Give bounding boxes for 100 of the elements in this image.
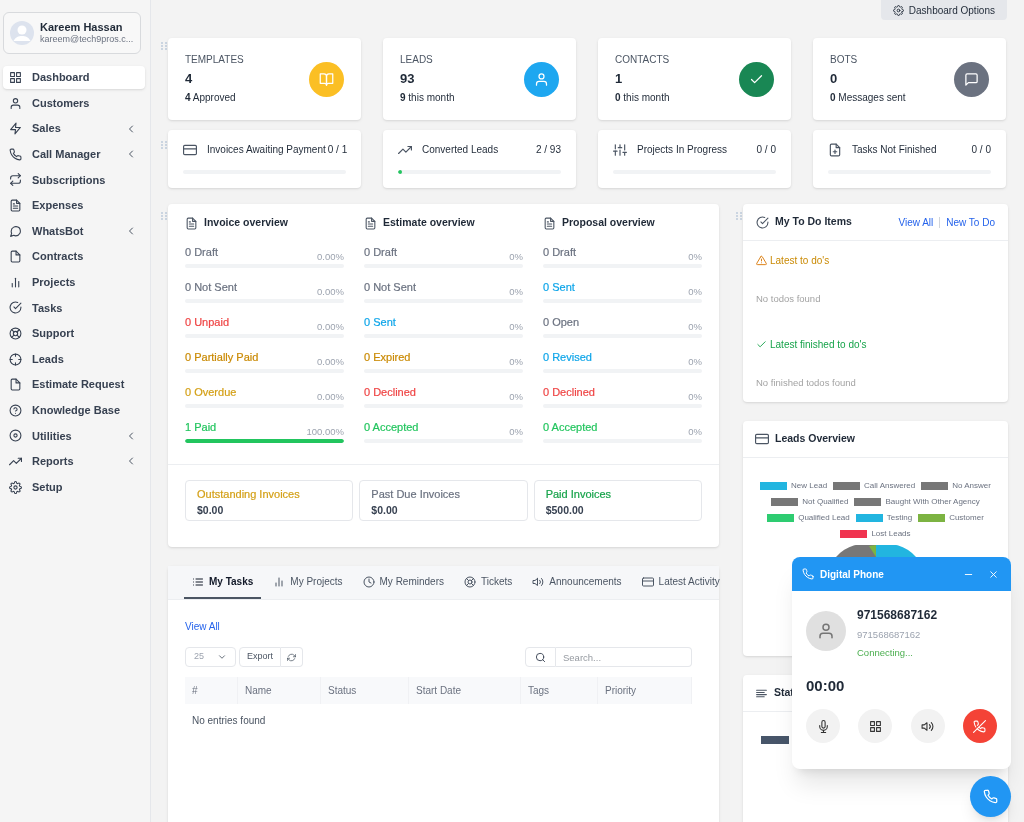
- caller-number: 971568687162: [857, 628, 922, 642]
- status-percent: 0%: [509, 391, 523, 401]
- document-icon: [543, 216, 556, 230]
- sidebar-item[interactable]: WhatsBot: [3, 219, 145, 243]
- empty-message: No todos found: [756, 292, 822, 306]
- search-button[interactable]: [525, 647, 556, 667]
- sidebar-item[interactable]: Customers: [3, 91, 145, 115]
- card-title: Leads Overview: [775, 431, 855, 447]
- sidebar-item[interactable]: Sales: [3, 117, 145, 141]
- todo-link[interactable]: New To Do: [946, 214, 995, 230]
- chart-icon: [9, 275, 22, 289]
- keypad-button[interactable]: [858, 709, 893, 743]
- todo-link[interactable]: View All: [898, 214, 934, 230]
- export-button[interactable]: Export: [239, 647, 281, 667]
- status-label: 0 Draft: [185, 246, 218, 258]
- refresh-icon: [287, 652, 296, 662]
- summary-label: Paid Invoices: [545, 487, 612, 501]
- status-label: 0 Sent: [543, 281, 575, 293]
- overview-title: Estimate overview: [383, 215, 475, 231]
- status-percent: 0.00%: [317, 391, 344, 401]
- progress-value: 0 / 1: [327, 143, 348, 157]
- overview-title: Proposal overview: [562, 215, 655, 231]
- sidebar-item[interactable]: Projects: [3, 270, 145, 294]
- check-circle-icon: [756, 215, 769, 229]
- person-icon: [9, 96, 22, 110]
- column-header[interactable]: Start Date: [409, 677, 521, 704]
- sidebar-item[interactable]: Estimate Request: [3, 373, 145, 397]
- tab[interactable]: Tickets: [456, 566, 521, 599]
- status-label: 0 Expired: [364, 351, 411, 363]
- column-header[interactable]: Tags: [521, 677, 598, 704]
- status-label: 0 Declined: [543, 386, 595, 398]
- stat-title: CONTACTS: [615, 55, 670, 65]
- status-label: 0 Open: [543, 316, 580, 328]
- close-icon[interactable]: [988, 568, 999, 580]
- sidebar-item[interactable]: Dashboard: [3, 66, 145, 89]
- tab[interactable]: My Projects: [265, 566, 351, 599]
- sidebar-item[interactable]: Contracts: [3, 245, 145, 269]
- speaker-button[interactable]: [910, 709, 945, 743]
- phone-icon: [802, 568, 814, 580]
- status-percent: 0%: [688, 426, 702, 436]
- status-percent: 0%: [509, 286, 523, 296]
- sliders-icon: [613, 142, 627, 157]
- column-header[interactable]: Status: [321, 677, 409, 704]
- sidebar-item[interactable]: Knowledge Base: [3, 398, 145, 422]
- progress-value: 0 / 0: [971, 143, 991, 157]
- microphone-icon: [816, 719, 830, 733]
- sidebar-item[interactable]: Call Manager: [3, 142, 145, 166]
- tab[interactable]: My Tasks: [184, 566, 262, 599]
- phone-icon: [983, 789, 998, 804]
- column-header[interactable]: Name: [238, 677, 321, 704]
- search-field[interactable]: Search...: [556, 647, 692, 667]
- megaphone-icon: [532, 575, 545, 588]
- drag-handle-icon[interactable]: [736, 212, 742, 221]
- stat-value: 1: [615, 72, 624, 85]
- sidebar-item[interactable]: Support: [3, 321, 145, 345]
- column-header[interactable]: Priority: [598, 677, 692, 704]
- sidebar-item[interactable]: Utilities: [3, 424, 145, 448]
- status-label: 0 Draft: [543, 246, 576, 258]
- legend-label: Call Answered: [864, 480, 916, 492]
- summary-label: Outstanding Invoices: [197, 487, 300, 501]
- dialog-title: Digital Phone: [820, 567, 885, 582]
- document-icon: [9, 198, 22, 212]
- status-percent: 0%: [509, 321, 523, 331]
- search-icon: [535, 651, 546, 663]
- status-percent: 0%: [688, 356, 702, 366]
- repeat-icon: [9, 173, 22, 187]
- drag-handle-icon[interactable]: [161, 141, 167, 150]
- tab[interactable]: Announcements: [524, 566, 630, 599]
- hang-up-button[interactable]: [963, 709, 997, 743]
- status-label: 1 Paid: [185, 421, 217, 433]
- settings-icon: [892, 4, 904, 16]
- chart-icon: [273, 575, 286, 588]
- status-percent: 0%: [688, 286, 702, 296]
- sidebar-item[interactable]: Subscriptions: [3, 168, 145, 192]
- refresh-button[interactable]: [281, 647, 303, 667]
- drag-handle-icon[interactable]: [161, 212, 167, 221]
- chat-icon: [9, 224, 22, 238]
- microphone-button[interactable]: [806, 709, 840, 743]
- dashboard-options-button[interactable]: Dashboard Options: [880, 0, 1007, 20]
- view-all-link[interactable]: View All: [185, 619, 220, 634]
- sidebar-item[interactable]: Setup: [3, 475, 145, 499]
- sidebar-item[interactable]: Expenses: [3, 193, 145, 217]
- lifebuoy-icon: [9, 326, 22, 340]
- profile-card[interactable]: Kareem Hassan kareem@tech9pros.c...: [3, 12, 141, 54]
- sidebar-item[interactable]: Reports: [3, 449, 145, 473]
- stat-subtitle: 4 Approved: [185, 93, 237, 103]
- help-icon: [9, 403, 22, 417]
- progress-value: 2 / 93: [535, 143, 561, 157]
- column-header[interactable]: #: [185, 677, 238, 704]
- sidebar-item[interactable]: Leads: [3, 347, 145, 371]
- status-percent: 0%: [688, 391, 702, 401]
- tab[interactable]: Latest Activity: [633, 566, 728, 599]
- sidebar-item[interactable]: Tasks: [3, 296, 145, 320]
- legend-label: Qualified Lead: [798, 512, 850, 524]
- status-percent: 100.00%: [306, 426, 344, 436]
- drag-handle-icon[interactable]: [161, 42, 167, 51]
- tab[interactable]: My Reminders: [354, 566, 452, 599]
- disc-icon: [9, 429, 22, 443]
- status-percent: 0%: [509, 426, 523, 436]
- legend-label: New Lead: [791, 480, 828, 492]
